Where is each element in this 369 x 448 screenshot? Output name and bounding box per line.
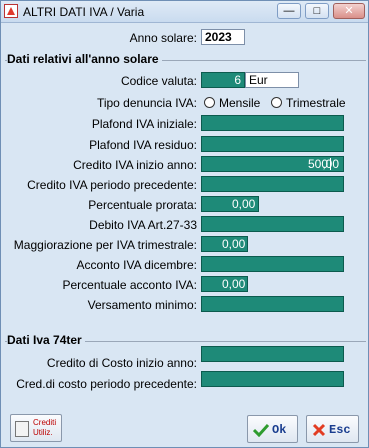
versamento-minimo-input[interactable] bbox=[201, 296, 344, 312]
crediti-line1: Crediti bbox=[33, 418, 57, 427]
esc-label: Esc bbox=[329, 423, 351, 437]
versamento-minimo-label: Versamento minimo: bbox=[87, 298, 197, 312]
codice-valuta-code: 6 bbox=[234, 73, 241, 87]
section1-title: Dati relativi all'anno solare bbox=[7, 52, 162, 66]
plafond-residuo-input[interactable] bbox=[201, 136, 344, 152]
esc-button[interactable]: Esc bbox=[306, 415, 359, 443]
credito-inizio-input[interactable]: 500 ,00 bbox=[201, 156, 344, 172]
maggiorazione-label: Maggiorazione per IVA trimestrale: bbox=[13, 238, 197, 252]
radio-mensile[interactable] bbox=[204, 97, 215, 108]
radio-trimestrale-label: Trimestrale bbox=[286, 96, 346, 110]
percentuale-acconto-input[interactable]: 0,00 bbox=[201, 276, 248, 292]
plafond-iniziale-label: Plafond IVA iniziale: bbox=[91, 117, 197, 131]
tipo-denuncia-label: Tipo denuncia IVA: bbox=[96, 96, 197, 110]
percentuale-prorata-input[interactable]: 0,00 bbox=[201, 196, 259, 212]
currency-field[interactable]: Eur bbox=[245, 72, 299, 88]
section2-title: Dati Iva 74ter bbox=[7, 333, 85, 347]
credito-costo-periodo-input[interactable] bbox=[201, 371, 344, 387]
credito-costo-periodo-label: Cred.di costo periodo precedente: bbox=[16, 377, 197, 391]
maximize-button[interactable]: □ bbox=[305, 3, 329, 19]
acconto-dicembre-label: Acconto IVA dicembre: bbox=[76, 258, 197, 272]
window: ALTRI DATI IVA / Varia — □ ✕ Anno solare… bbox=[0, 0, 369, 448]
codice-valuta-input[interactable]: 6 bbox=[201, 72, 245, 88]
percentuale-prorata-label: Percentuale prorata: bbox=[88, 198, 197, 212]
credito-costo-inizio-input[interactable] bbox=[201, 346, 344, 362]
anno-value: 2023 bbox=[205, 30, 232, 44]
check-icon bbox=[253, 423, 269, 437]
percentuale-acconto-value: 0,00 bbox=[222, 277, 246, 291]
maggiorazione-input[interactable]: 0,00 bbox=[201, 236, 248, 252]
cross-icon bbox=[312, 423, 326, 437]
app-icon bbox=[4, 4, 18, 18]
credito-inizio-dec: ,00 bbox=[322, 157, 339, 171]
debito-iva-label: Debito IVA Art.27-33 bbox=[89, 218, 197, 232]
minimize-button[interactable]: — bbox=[277, 3, 301, 19]
credito-inizio-label: Credito IVA inizio anno: bbox=[73, 158, 197, 172]
document-icon bbox=[15, 421, 29, 437]
crediti-line2: Utiliz. bbox=[33, 428, 53, 437]
radio-mensile-label: Mensile bbox=[219, 96, 261, 110]
currency-value: Eur bbox=[249, 73, 268, 87]
credito-costo-inizio-label: Credito di Costo inizio anno: bbox=[46, 356, 197, 370]
ok-button[interactable]: Ok bbox=[247, 415, 298, 443]
window-title: ALTRI DATI IVA / Varia bbox=[23, 5, 145, 19]
anno-label: Anno solare: bbox=[129, 31, 197, 45]
acconto-dicembre-input[interactable] bbox=[201, 256, 344, 272]
maggiorazione-value: 0,00 bbox=[222, 237, 246, 251]
percentuale-acconto-label: Percentuale acconto IVA: bbox=[62, 278, 197, 292]
crediti-utilizzati-button[interactable]: Crediti Utiliz. bbox=[10, 414, 62, 442]
close-button[interactable]: ✕ bbox=[333, 3, 365, 19]
percentuale-prorata-value: 0,00 bbox=[232, 197, 256, 211]
title-bar: ALTRI DATI IVA / Varia — □ ✕ bbox=[1, 1, 368, 23]
credito-periodo-label: Credito IVA periodo precedente: bbox=[27, 178, 197, 192]
plafond-iniziale-input[interactable] bbox=[201, 115, 344, 131]
plafond-residuo-label: Plafond IVA residuo: bbox=[89, 138, 197, 152]
credito-periodo-input[interactable] bbox=[201, 176, 344, 192]
ok-label: Ok bbox=[272, 423, 287, 437]
anno-input[interactable]: 2023 bbox=[201, 29, 245, 45]
radio-trimestrale[interactable] bbox=[271, 97, 282, 108]
codice-valuta-label: Codice valuta: bbox=[120, 74, 197, 88]
debito-iva-input[interactable] bbox=[201, 216, 344, 232]
